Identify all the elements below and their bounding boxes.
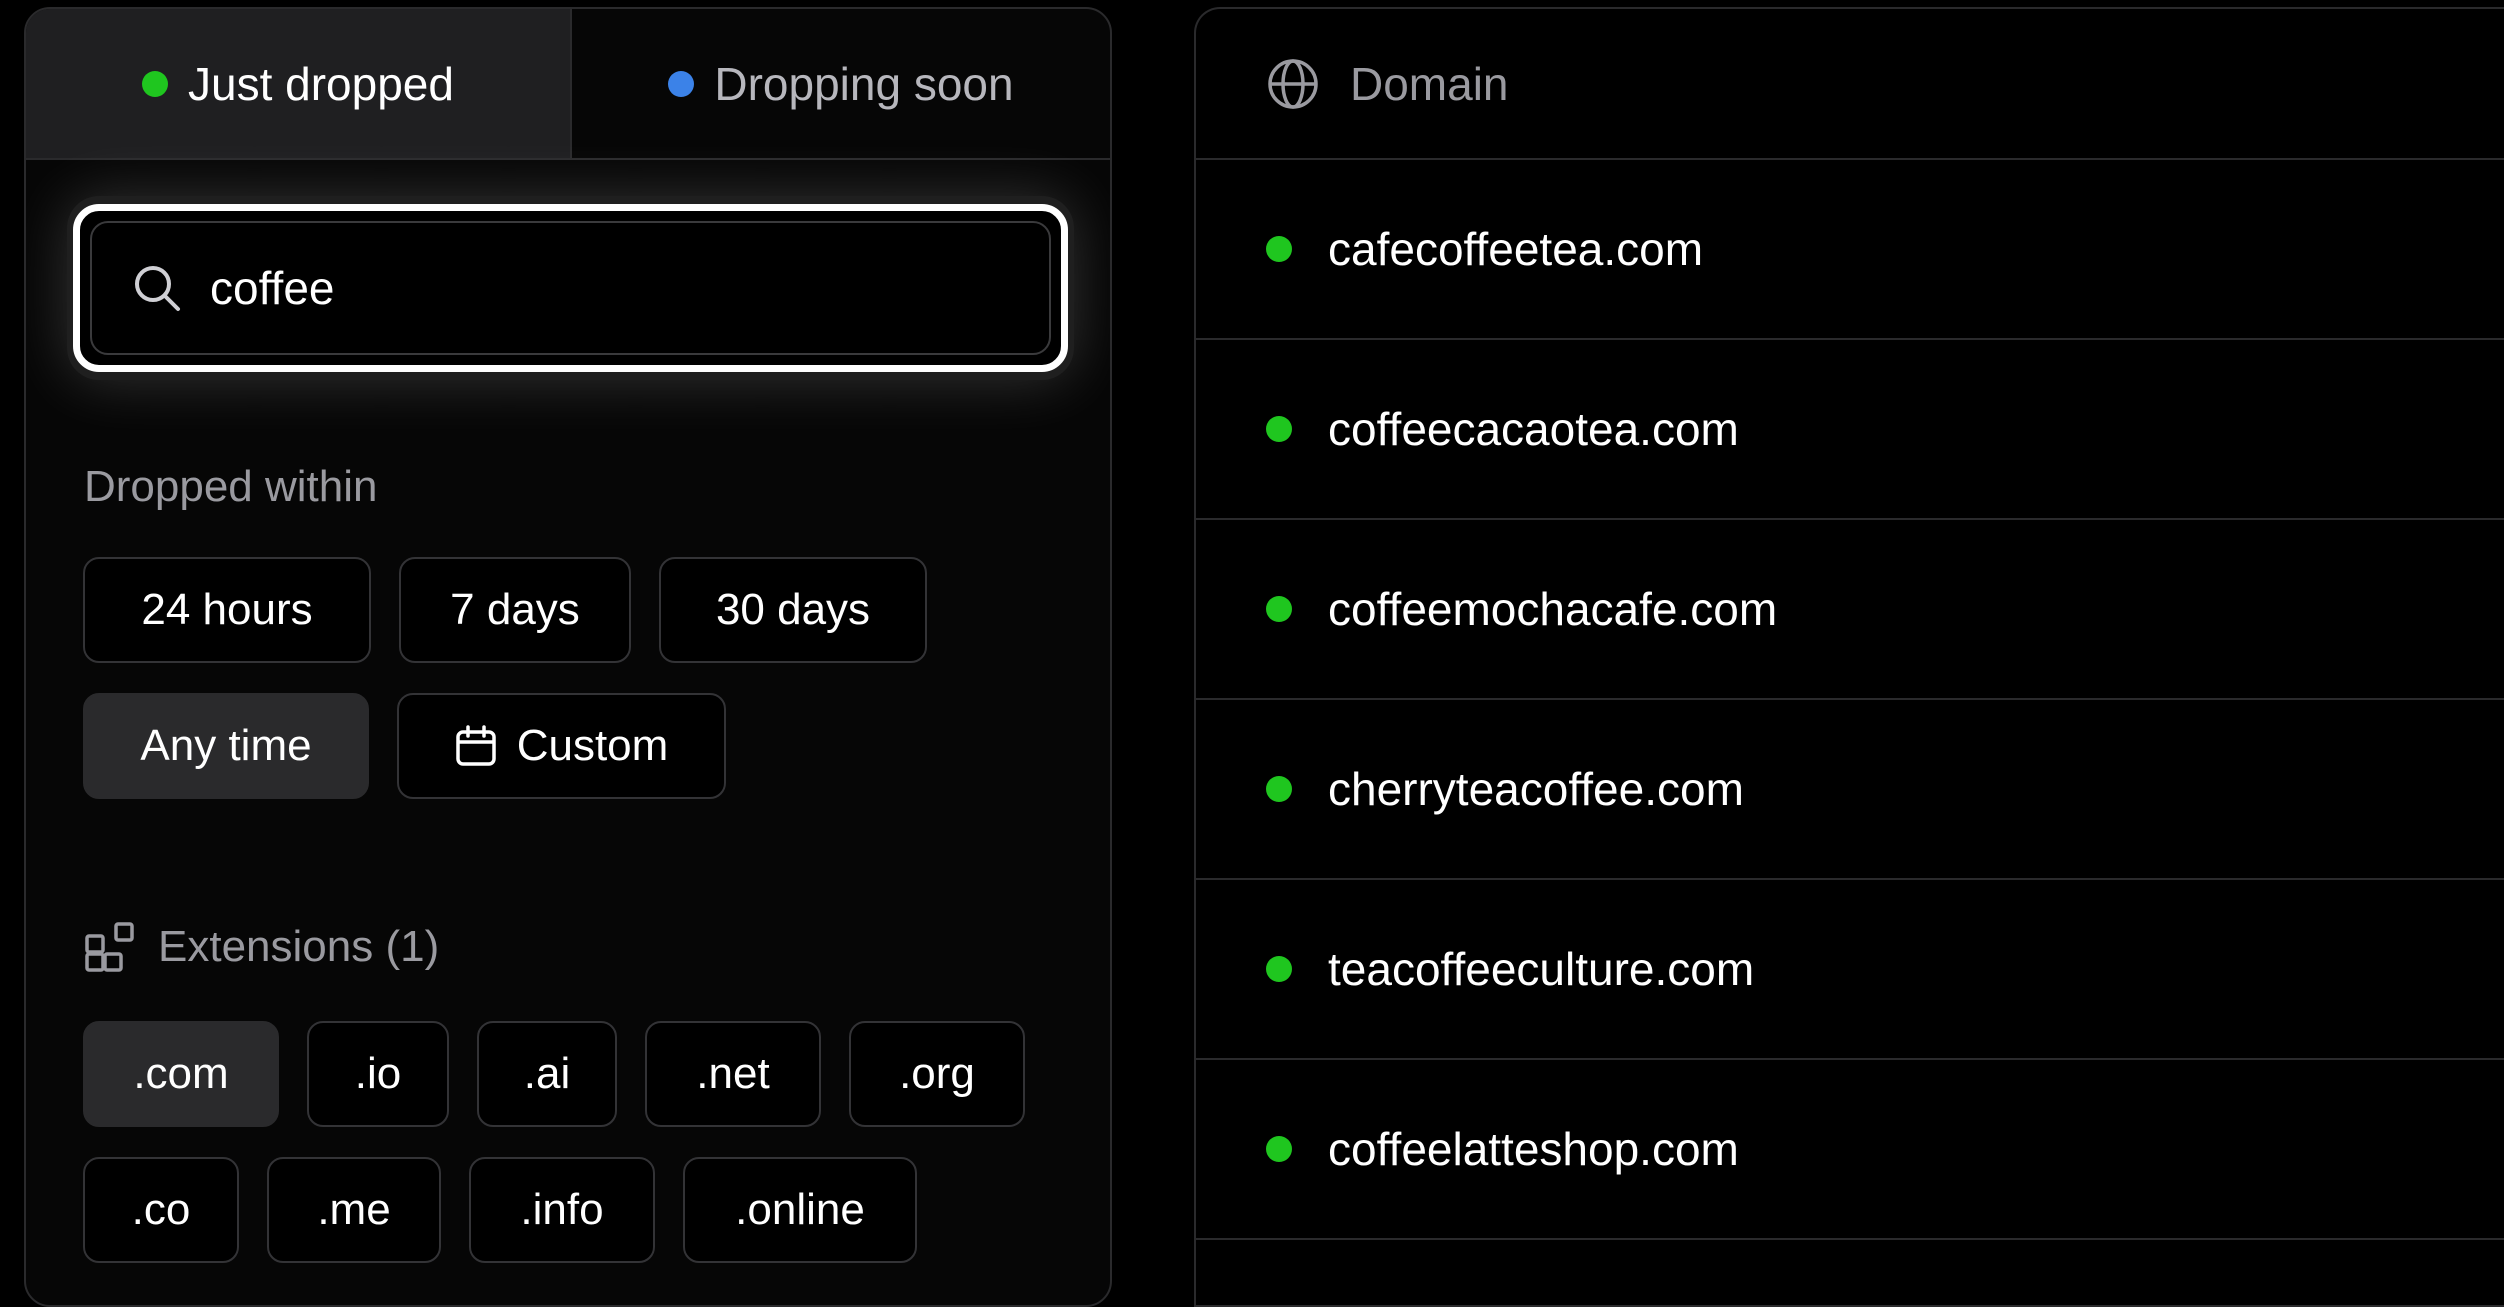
domain-name: teacoffeeculture.com [1328, 943, 1755, 995]
green-status-dot [1266, 416, 1292, 442]
table-row[interactable]: coffeemochacafe.com [1196, 520, 2504, 700]
time-option-any-time[interactable]: Any time [83, 693, 369, 799]
table-row[interactable]: cafecoffeetea.com [1196, 160, 2504, 340]
domain-name: cherryteacoffee.com [1328, 763, 1744, 815]
results-panel: Domain cafecoffeetea.com coffeecacaotea.… [1194, 7, 2504, 1307]
globe-icon [1268, 58, 1318, 109]
green-status-dot [1266, 956, 1292, 982]
extension-option-online[interactable]: .online [683, 1157, 917, 1263]
time-option-7-days[interactable]: 7 days [399, 557, 631, 663]
time-option-30-days[interactable]: 30 days [659, 557, 927, 663]
calendar-icon [455, 725, 496, 766]
extension-option-ai[interactable]: .ai [477, 1021, 617, 1127]
tab-label: Dropping soon [714, 57, 1014, 110]
domain-name: coffeemochacafe.com [1328, 583, 1778, 635]
table-row[interactable]: coffeecacaotea.com [1196, 340, 2504, 520]
extensions-icon [85, 922, 134, 972]
tab-label: Just dropped [188, 57, 454, 110]
extension-option-co[interactable]: .co [83, 1157, 239, 1263]
domain-name: coffeelatteshop.com [1328, 1123, 1739, 1175]
extension-option-io[interactable]: .io [307, 1021, 449, 1127]
table-row[interactable]: teacoffeeculture.com [1196, 880, 2504, 1060]
time-option-custom[interactable]: Custom [397, 693, 726, 799]
tab-dropping-soon[interactable]: Dropping soon [572, 9, 1110, 158]
green-status-dot [1266, 1136, 1292, 1162]
green-status-dot [1266, 596, 1292, 622]
table-row[interactable]: coffeelatteshop.com [1196, 1060, 2504, 1240]
search-box[interactable] [73, 204, 1068, 372]
green-status-dot [1266, 236, 1292, 262]
tab-bar: Just dropped Dropping soon [26, 9, 1110, 160]
domain-name: coffeecacaotea.com [1328, 403, 1739, 455]
search-input[interactable] [210, 261, 970, 315]
tab-just-dropped[interactable]: Just dropped [26, 9, 572, 158]
time-option-24-hours[interactable]: 24 hours [83, 557, 371, 663]
green-status-dot [1266, 776, 1292, 802]
green-status-dot [142, 70, 169, 97]
search-icon [135, 266, 180, 311]
domain-column-header[interactable]: Domain [1350, 57, 1509, 111]
extension-option-org[interactable]: .org [849, 1021, 1025, 1127]
table-header: Domain [1196, 9, 2504, 160]
domain-name: cafecoffeetea.com [1328, 223, 1704, 275]
search-field[interactable] [90, 221, 1051, 355]
extension-option-me[interactable]: .me [267, 1157, 441, 1263]
table-row[interactable]: cherryteacoffee.com [1196, 700, 2504, 880]
filter-panel: Just dropped Dropping soon Dropped withi… [24, 7, 1112, 1307]
extension-option-com[interactable]: .com [83, 1021, 279, 1127]
extensions-label: Extensions (1) [84, 921, 439, 973]
extension-option-net[interactable]: .net [645, 1021, 821, 1127]
extension-option-info[interactable]: .info [469, 1157, 655, 1263]
blue-status-dot [668, 70, 695, 97]
dropped-within-label: Dropped within [84, 462, 378, 511]
